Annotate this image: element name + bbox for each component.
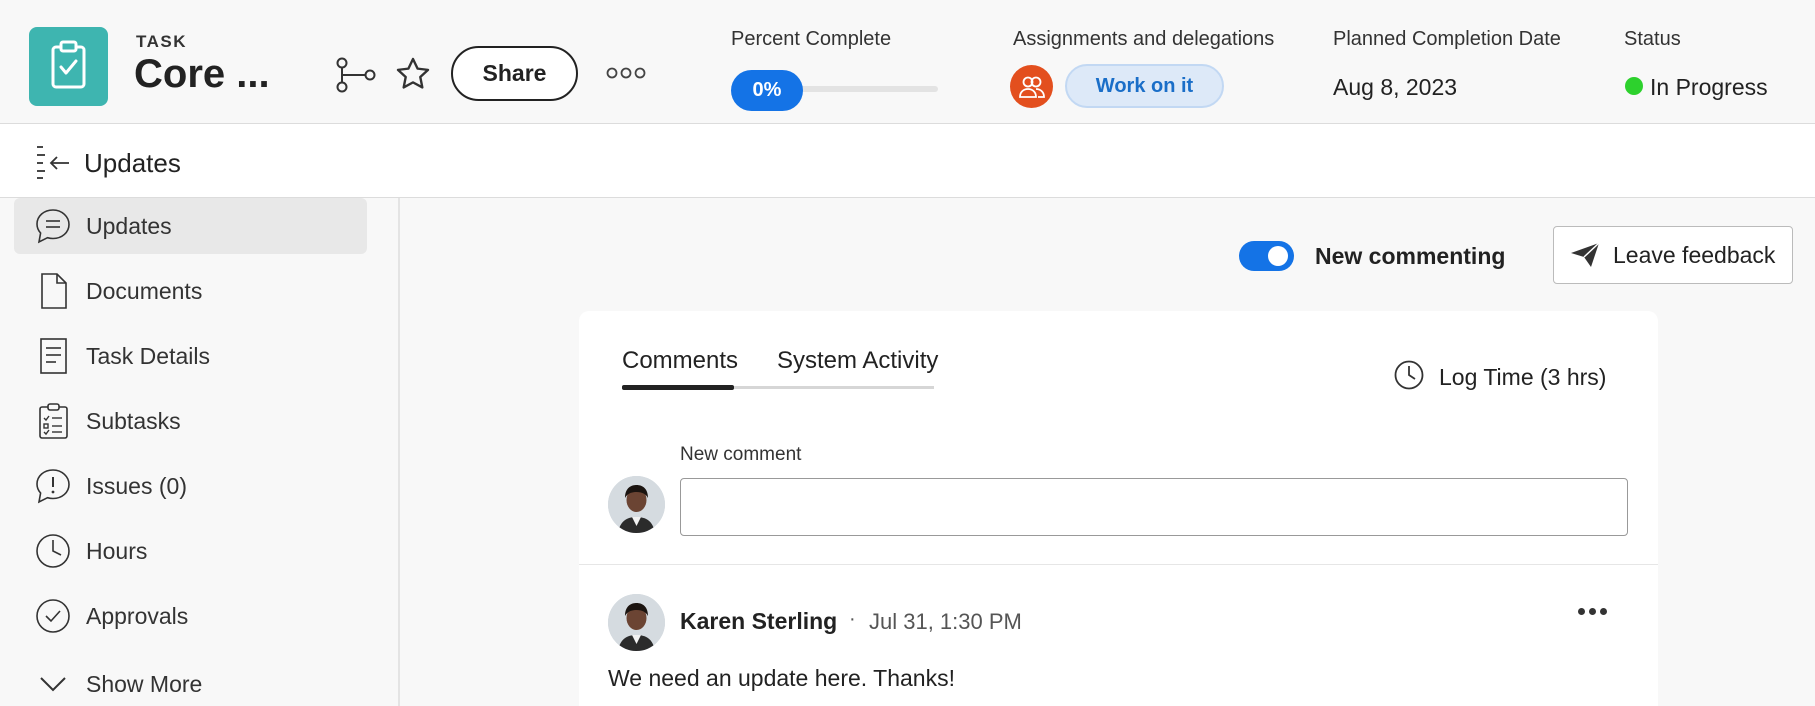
- checklist-icon: [34, 402, 72, 440]
- team-avatar-icon[interactable]: [1010, 65, 1053, 108]
- panel-header: Updates: [0, 124, 1815, 198]
- leave-feedback-button[interactable]: Leave feedback: [1553, 226, 1793, 284]
- check-circle-icon: [34, 597, 72, 635]
- chevron-down-icon: [34, 665, 72, 703]
- percent-complete-label: Percent Complete: [731, 28, 892, 50]
- share-button[interactable]: Share: [451, 46, 578, 101]
- log-time-button[interactable]: Log Time (3 hrs): [1393, 360, 1606, 394]
- status-label: Status: [1624, 28, 1681, 50]
- details-icon: [34, 337, 72, 375]
- new-comment-label: New comment: [680, 444, 802, 465]
- percent-complete-value[interactable]: 0%: [731, 70, 803, 111]
- task-title[interactable]: Core ...: [134, 52, 270, 97]
- collapse-panel-icon[interactable]: [33, 142, 73, 182]
- alert-bubble-icon: [34, 467, 72, 505]
- object-type-label: TASK: [136, 32, 188, 51]
- percent-progress-track: [795, 86, 938, 92]
- sidebar-item-updates[interactable]: Updates: [14, 198, 367, 254]
- log-time-label: Log Time (3 hrs): [1439, 363, 1607, 390]
- sidebar-item-label: Hours: [86, 537, 148, 564]
- sidebar-nav: Updates Documents Task Details Subtasks …: [0, 198, 400, 706]
- clock-icon: [1393, 359, 1425, 396]
- sidebar-item-label: Updates: [86, 212, 172, 239]
- clipboard-check-icon: [29, 27, 108, 106]
- meta-separator: ·: [849, 608, 856, 630]
- comment-body: We need an update here. Thanks!: [608, 665, 955, 691]
- more-icon[interactable]: [605, 62, 647, 84]
- divider: [579, 564, 1658, 565]
- sidebar-item-hours[interactable]: Hours: [14, 523, 367, 579]
- sidebar-item-label: Issues (0): [86, 472, 187, 499]
- sidebar-item-task-details[interactable]: Task Details: [14, 328, 367, 384]
- sidebar-item-label: Documents: [86, 277, 203, 304]
- panel-title: Updates: [84, 148, 181, 178]
- sidebar-item-label: Approvals: [86, 602, 189, 629]
- planned-completion-value[interactable]: Aug 8, 2023: [1333, 74, 1457, 101]
- document-icon: [34, 272, 72, 310]
- hierarchy-icon[interactable]: [335, 55, 377, 95]
- speech-bubble-icon: [34, 207, 72, 245]
- task-header: TASK Core ... Share Percent Complete 0% …: [0, 0, 1815, 124]
- sidebar-show-more[interactable]: Show More: [14, 656, 367, 706]
- star-icon[interactable]: [393, 54, 433, 94]
- leave-feedback-label: Leave feedback: [1613, 241, 1776, 268]
- sidebar-item-label: Show More: [86, 670, 203, 697]
- new-comment-input[interactable]: [680, 478, 1628, 536]
- sidebar-item-label: Subtasks: [86, 407, 181, 434]
- current-user-avatar: [608, 476, 665, 533]
- sidebar-item-documents[interactable]: Documents: [14, 263, 367, 319]
- active-tab-indicator: [622, 385, 734, 390]
- sidebar-item-subtasks[interactable]: Subtasks: [14, 393, 367, 449]
- toggle-knob: [1268, 246, 1288, 266]
- comment-timestamp: Jul 31, 1:30 PM: [869, 609, 1022, 634]
- status-value[interactable]: In Progress: [1650, 74, 1768, 101]
- new-commenting-toggle[interactable]: [1239, 241, 1294, 271]
- clock-icon: [34, 532, 72, 570]
- planned-completion-label: Planned Completion Date: [1333, 28, 1561, 50]
- status-indicator: [1625, 77, 1643, 95]
- sidebar-item-approvals[interactable]: Approvals: [14, 588, 367, 644]
- sidebar-item-label: Task Details: [86, 342, 210, 369]
- work-on-it-button[interactable]: Work on it: [1065, 64, 1224, 108]
- tab-system-activity[interactable]: System Activity: [777, 347, 938, 375]
- comment-author-name[interactable]: Karen Sterling: [680, 608, 837, 635]
- new-commenting-label: New commenting: [1315, 243, 1506, 269]
- sidebar-item-issues[interactable]: Issues (0): [14, 458, 367, 514]
- tab-comments[interactable]: Comments: [622, 347, 738, 375]
- comment-author-avatar: [608, 594, 665, 651]
- paper-plane-icon: [1569, 241, 1601, 274]
- comment-more-icon[interactable]: [1578, 608, 1610, 618]
- assignments-label: Assignments and delegations: [1013, 28, 1275, 50]
